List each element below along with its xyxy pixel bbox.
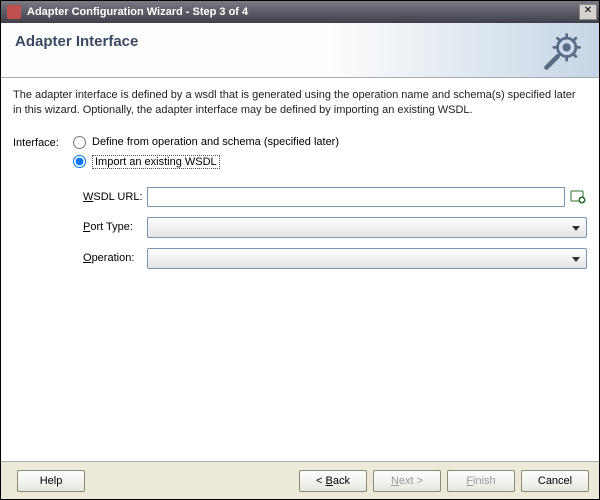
port-type-label: Port Type: (83, 221, 147, 233)
radio-import-row: Import an existing WSDL (73, 155, 339, 169)
port-type-select[interactable] (147, 217, 587, 238)
cancel-button[interactable]: Cancel (521, 470, 589, 492)
form-area: WSDL URL: Port Type: Operation: (83, 187, 587, 269)
next-button[interactable]: Next > (373, 470, 441, 492)
radio-define[interactable] (73, 136, 86, 149)
app-icon (7, 5, 21, 19)
radio-define-row: Define from operation and schema (specif… (73, 136, 339, 149)
radio-import-label[interactable]: Import an existing WSDL (92, 155, 220, 169)
wsdl-url-row: WSDL URL: (83, 187, 587, 207)
close-button[interactable]: ✕ (579, 4, 597, 20)
footer: Help < Back Next > Finish Cancel (1, 461, 599, 499)
window-title: Adapter Configuration Wizard - Step 3 of… (27, 6, 579, 18)
wsdl-url-label: WSDL URL: (83, 191, 147, 203)
titlebar: Adapter Configuration Wizard - Step 3 of… (1, 1, 599, 23)
wsdl-url-input[interactable] (147, 187, 565, 207)
help-button[interactable]: Help (17, 470, 85, 492)
operation-row: Operation: (83, 248, 587, 269)
radio-define-label[interactable]: Define from operation and schema (specif… (92, 136, 339, 148)
operation-label: Operation: (83, 252, 147, 264)
description-text: The adapter interface is defined by a ws… (13, 88, 587, 118)
interface-group: Interface: Define from operation and sch… (13, 136, 587, 175)
port-type-row: Port Type: (83, 217, 587, 238)
browse-wsdl-icon[interactable] (569, 188, 587, 206)
wizard-window: Adapter Configuration Wizard - Step 3 of… (0, 0, 600, 500)
content-area: The adapter interface is defined by a ws… (1, 78, 599, 461)
finish-button[interactable]: Finish (447, 470, 515, 492)
operation-select[interactable] (147, 248, 587, 269)
interface-label: Interface: (13, 136, 73, 149)
radio-import[interactable] (73, 155, 86, 168)
back-button[interactable]: < Back (299, 470, 367, 492)
wizard-header: Adapter Interface (1, 23, 599, 78)
gear-icon (541, 29, 585, 73)
page-title: Adapter Interface (15, 33, 585, 50)
